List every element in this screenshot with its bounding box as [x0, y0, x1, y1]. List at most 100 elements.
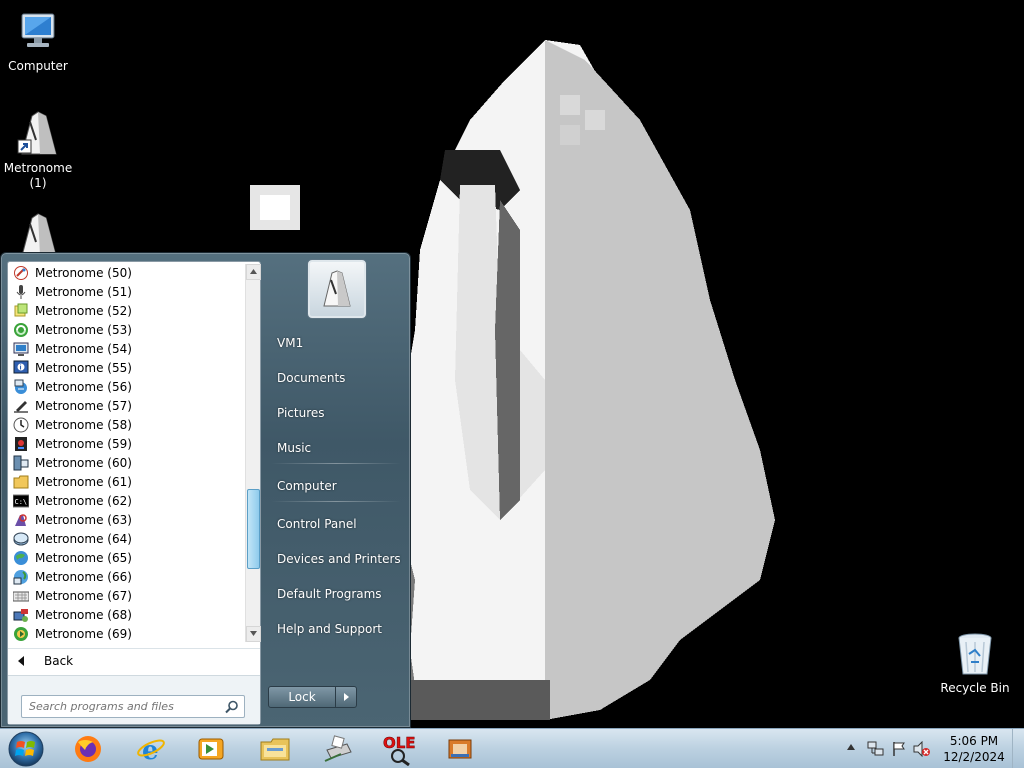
program-list-item[interactable]: Metronome (50)	[8, 263, 244, 282]
svg-text:i: i	[20, 364, 22, 371]
ole-viewer-icon: OLE	[383, 734, 416, 766]
network-projector-icon	[14, 379, 27, 394]
desktop-icon-recycle-bin[interactable]: Recycle Bin	[937, 630, 1013, 696]
show-desktop-button[interactable]	[1012, 729, 1024, 768]
program-label: Metronome (63)	[35, 512, 132, 527]
taskbar-media-player[interactable]	[187, 732, 235, 766]
disk-cleanup-icon	[13, 532, 29, 545]
back-label: Back	[44, 653, 74, 668]
taskbar-scanner[interactable]	[313, 732, 361, 766]
program-list-item[interactable]: Metronome (57)	[8, 396, 244, 415]
program-list-item[interactable]: Metronome (56)	[8, 377, 244, 396]
taskbar-film-app[interactable]	[436, 732, 484, 766]
program-list-item[interactable]: Metronome (67)	[8, 586, 244, 605]
taskbar-internet-explorer[interactable]: e	[127, 732, 175, 766]
program-list-item[interactable]: Metronome (61)	[8, 472, 244, 491]
show-hidden-icons-arrow[interactable]	[847, 744, 855, 750]
program-list-item[interactable]: Metronome (54)	[8, 339, 244, 358]
desktop-icon-computer[interactable]: Computer	[0, 8, 76, 74]
start-menu-item-help-and-support[interactable]: Help and Support	[267, 615, 405, 643]
media-player-icon	[198, 738, 224, 760]
program-label: Metronome (57)	[35, 398, 132, 413]
windows-media-icon	[14, 626, 28, 641]
start-button[interactable]	[6, 730, 46, 768]
taskbar-ole-viewer[interactable]: OLE	[375, 732, 423, 766]
program-list-item[interactable]: Metronome (51)	[8, 282, 244, 301]
start-menu-item-control-panel[interactable]: Control Panel	[267, 510, 405, 538]
internet-globe-icon	[14, 550, 28, 565]
start-menu-item-documents[interactable]: Documents	[267, 364, 405, 392]
desktop-icon-metronome-1[interactable]: Metronome (1)	[0, 110, 76, 191]
recycle-bin-icon	[958, 633, 992, 675]
search-input[interactable]	[22, 696, 218, 717]
program-label: Metronome (55)	[35, 360, 132, 375]
program-list-scrollbar[interactable]	[245, 264, 261, 642]
program-label: Metronome (58)	[35, 417, 132, 432]
program-list-item[interactable]: Metronome (60)	[8, 453, 244, 472]
power-button-group: Lock	[268, 686, 357, 708]
program-label: Metronome (64)	[35, 531, 132, 546]
volume-muted-icon[interactable]	[913, 741, 931, 757]
program-label: Metronome (65)	[35, 550, 132, 565]
program-label: Metronome (61)	[35, 474, 132, 489]
taskbar-file-explorer[interactable]	[251, 732, 299, 766]
start-menu-item-pictures[interactable]: Pictures	[267, 399, 405, 427]
program-label: Metronome (56)	[35, 379, 132, 394]
menu-separator	[271, 501, 401, 502]
power-options-button[interactable]	[336, 686, 357, 708]
program-label: Metronome (54)	[35, 341, 132, 356]
search-icon[interactable]	[225, 700, 239, 714]
program-list-item[interactable]: Metronome (53)	[8, 320, 244, 339]
metronome-shortcut-icon	[17, 111, 57, 155]
system-clock[interactable]: 5:06 PM 12/2/2024	[934, 733, 1014, 765]
program-list-item[interactable]: i Metronome (55)	[8, 358, 244, 377]
program-list-item[interactable]: Metronome (68)	[8, 605, 244, 624]
start-menu-item-computer[interactable]: Computer	[267, 472, 405, 500]
scroll-down-button[interactable]	[246, 626, 261, 642]
scrollbar-thumb[interactable]	[247, 489, 260, 569]
back-button[interactable]: Back	[8, 648, 260, 672]
program-list-item[interactable]: C:\ Metronome (62)	[8, 491, 244, 510]
program-list-item[interactable]: Metronome (69)	[8, 624, 244, 643]
start-menu-item-user-folder[interactable]: VM1	[267, 329, 405, 357]
network-icon[interactable]	[867, 741, 885, 757]
program-list-item[interactable]: Metronome (64)	[8, 529, 244, 548]
program-list-item[interactable]: Metronome (63)	[8, 510, 244, 529]
network-globe-icon	[13, 569, 28, 584]
media-center-icon	[15, 436, 27, 451]
program-label: Metronome (53)	[35, 322, 132, 337]
file-explorer-icon	[260, 738, 290, 761]
start-menu-item-music[interactable]: Music	[267, 434, 405, 462]
internet-explorer-icon: e	[137, 736, 165, 764]
mobility-center-icon	[13, 608, 28, 622]
taskbar-firefox[interactable]	[64, 732, 112, 766]
program-list-item[interactable]: Metronome (52)	[8, 301, 244, 320]
desktop-icon-label: Metronome (1)	[3, 161, 73, 190]
menu-separator	[271, 463, 401, 464]
sticky-notes-icon	[14, 303, 28, 316]
magnifier-icon	[15, 513, 27, 526]
program-label: Metronome (62)	[35, 493, 132, 508]
start-menu-item-devices-and-printers[interactable]: Devices and Printers	[267, 545, 405, 573]
program-list-item[interactable]: Metronome (59)	[8, 434, 244, 453]
start-menu-program-pane: Metronome (50) Metronome (51) Metronome (5…	[7, 261, 261, 725]
program-list-item[interactable]: Metronome (66)	[8, 567, 244, 586]
remote-computer-icon	[13, 455, 29, 470]
printer-scanner-icon	[324, 735, 352, 762]
edit-pencil-icon	[14, 400, 28, 413]
search-box[interactable]	[21, 695, 245, 718]
paint-icon	[14, 265, 28, 280]
start-menu-item-default-programs[interactable]: Default Programs	[267, 580, 405, 608]
program-label: Metronome (50)	[35, 265, 132, 280]
program-list-item[interactable]: Metronome (65)	[8, 548, 244, 567]
program-list-item[interactable]: Metronome (58)	[8, 415, 244, 434]
sync-center-icon	[14, 322, 28, 337]
action-center-flag-icon[interactable]	[891, 741, 907, 757]
scroll-up-button[interactable]	[246, 264, 261, 280]
program-label: Metronome (68)	[35, 607, 132, 622]
lock-button[interactable]: Lock	[268, 686, 336, 708]
metronome-user-icon	[323, 270, 351, 307]
program-label: Metronome (69)	[35, 626, 132, 641]
user-account-picture[interactable]	[308, 260, 366, 318]
clock-date: 12/2/2024	[943, 750, 1005, 764]
